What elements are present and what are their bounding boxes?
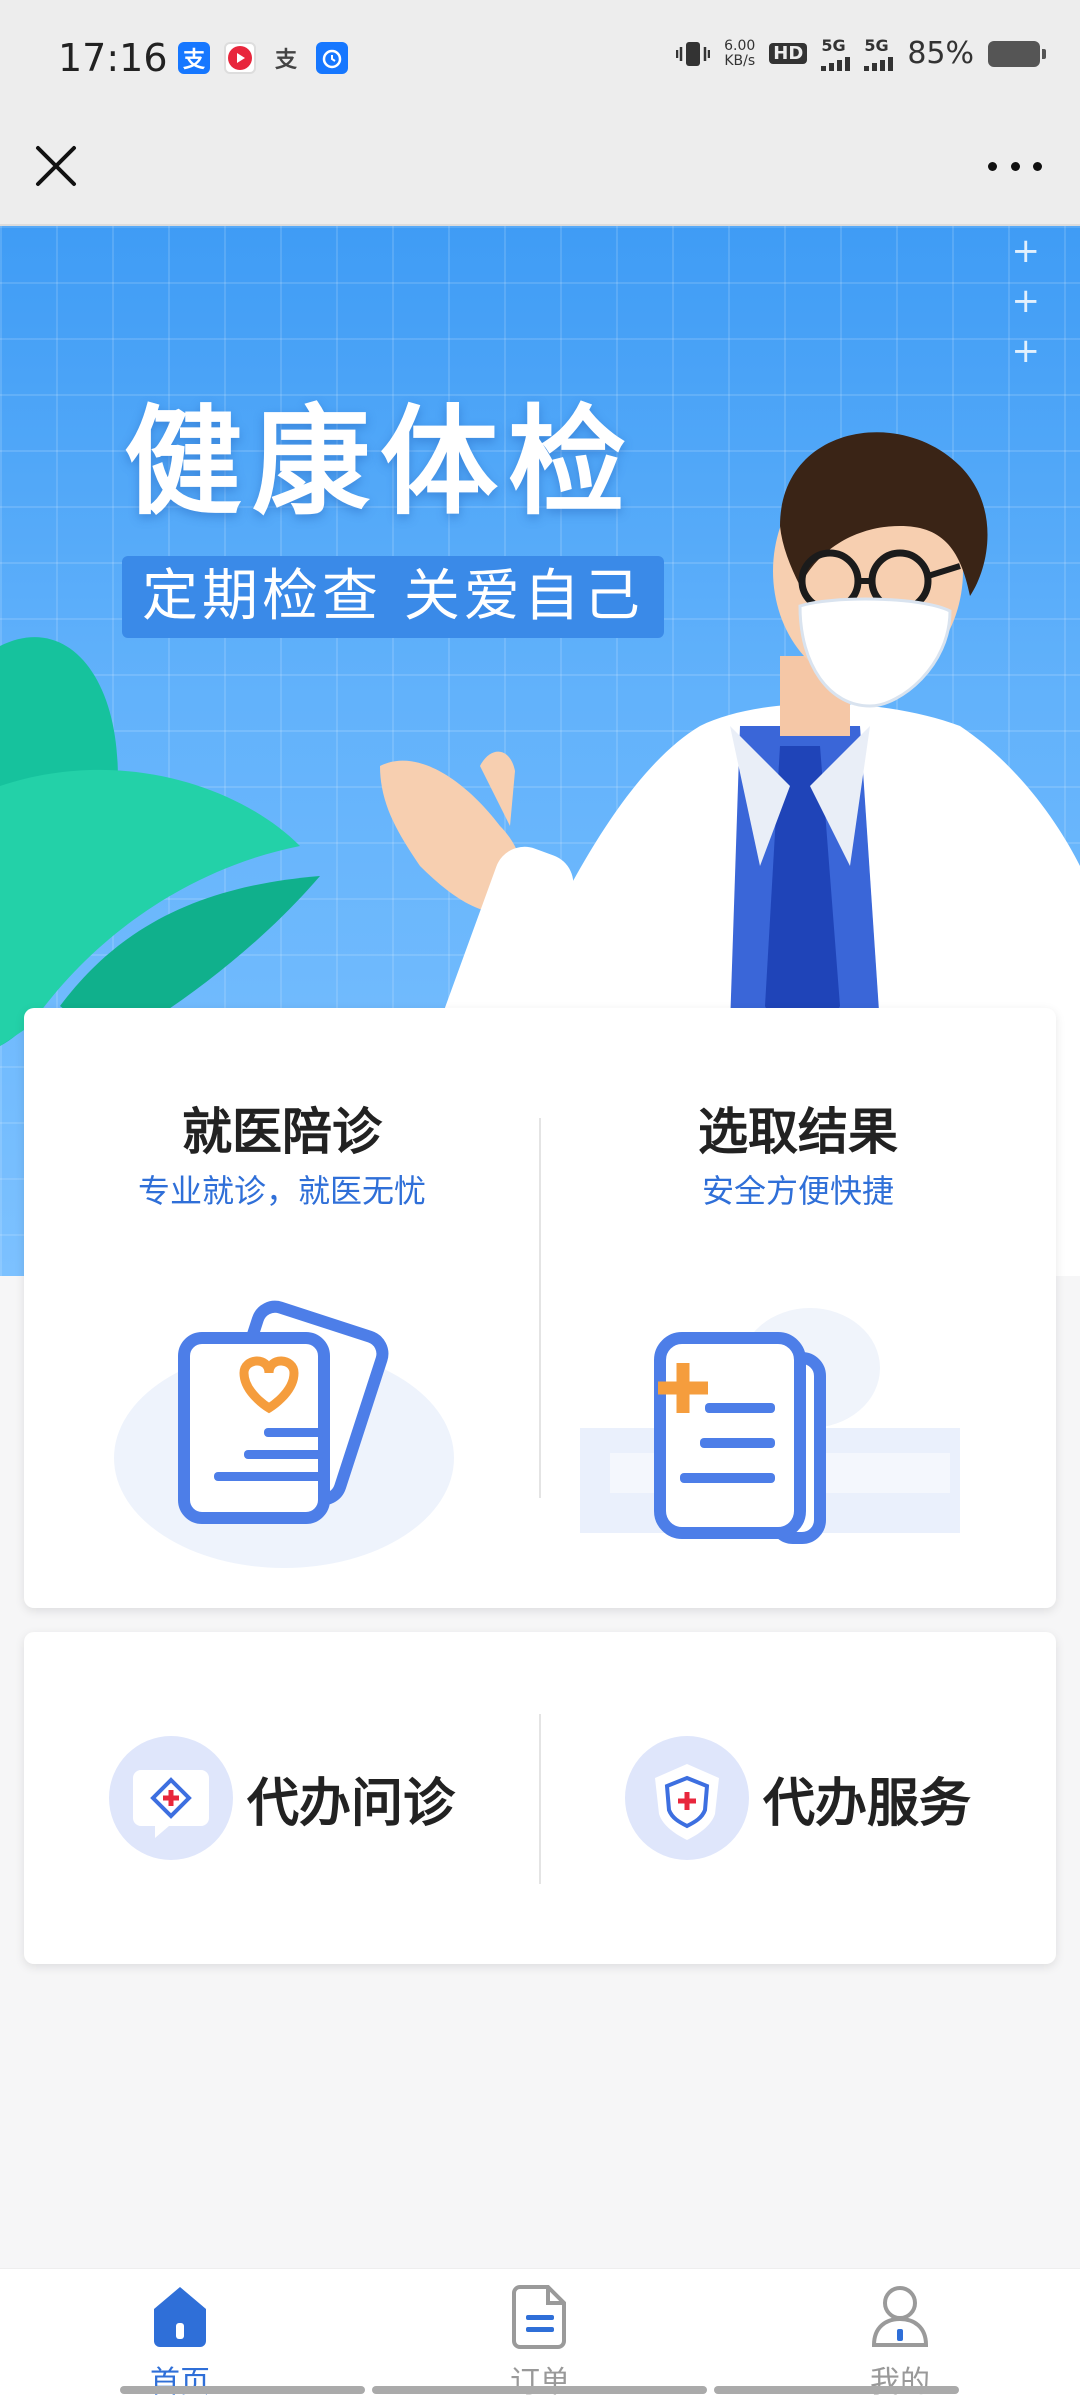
signal-bars-1	[821, 55, 851, 71]
alipay-gray-icon: 支	[274, 48, 297, 73]
medical-report-icon	[580, 1308, 960, 1544]
banner-subtitle: 定期检查 关爱自己	[122, 556, 664, 638]
service-title: 就医陪诊	[182, 1103, 382, 1161]
nav-profile[interactable]: 我的	[720, 2269, 1080, 2400]
shield-medical-icon	[624, 1736, 749, 1860]
nav-indicator	[372, 2386, 707, 2394]
user-icon	[871, 2286, 929, 2347]
battery-percent: 85%	[907, 36, 974, 71]
network-speed: 6.00 KB/s	[724, 37, 756, 69]
banner-title: 健康体检	[124, 393, 637, 531]
status-time: 17:16	[58, 36, 168, 80]
nav-orders[interactable]: 订单	[360, 2269, 720, 2400]
title-bar	[0, 120, 1080, 226]
nav-home[interactable]: 首页	[0, 2269, 360, 2400]
battery-icon	[988, 40, 1046, 67]
main-services-card: 就医陪诊 专业就诊，就医无忧 选取结果 安全方便快捷	[24, 1008, 1056, 1608]
service-accompany[interactable]: 就医陪诊 专业就诊，就医无忧	[24, 1008, 540, 1608]
service-title: 选取结果	[698, 1103, 898, 1161]
medical-document-heart-icon	[114, 1300, 454, 1568]
video-icon	[224, 42, 256, 74]
nav-indicator	[714, 2386, 959, 2394]
home-icon	[154, 2287, 206, 2347]
quick-services-card: 代办问诊 代办服务	[24, 1632, 1056, 1964]
quick-service-label: 代办问诊	[246, 1773, 455, 1834]
more-button[interactable]	[980, 146, 1050, 186]
service-proxy-consultation[interactable]: 代办问诊	[24, 1632, 540, 1964]
speed-value: 6.00	[724, 37, 756, 54]
speed-unit: KB/s	[724, 52, 756, 69]
status-bar: 17:16 支 支 6.00 KB/s HD 5G 5G 85%	[0, 0, 1080, 120]
bottom-navigation: 首页 订单 我的	[0, 2268, 1080, 2400]
alipay-icon: 支	[178, 42, 210, 74]
alarm-icon	[316, 42, 348, 74]
system-status: 6.00 KB/s HD 5G 5G 85%	[676, 36, 1046, 71]
signal-1: 5G	[821, 36, 851, 71]
quick-service-label: 代办服务	[762, 1773, 971, 1834]
service-pick-results[interactable]: 选取结果 安全方便快捷	[540, 1008, 1056, 1608]
service-subtitle: 安全方便快捷	[701, 1172, 894, 1210]
vibrate-icon	[676, 41, 711, 66]
hd-badge: HD	[769, 43, 808, 64]
notification-icons: 支 支	[178, 42, 348, 74]
order-document-icon	[512, 2285, 566, 2349]
service-proxy-errands[interactable]: 代办服务	[540, 1632, 1056, 1964]
signal-bars-2	[864, 55, 894, 71]
network-type-2: 5G	[864, 36, 889, 55]
signal-2: 5G	[864, 36, 894, 71]
service-subtitle: 专业就诊，就医无忧	[137, 1172, 426, 1210]
close-button[interactable]	[28, 138, 84, 194]
close-icon	[36, 146, 76, 186]
network-type-1: 5G	[821, 36, 846, 55]
chat-medical-icon	[108, 1736, 233, 1860]
nav-indicator	[120, 2386, 365, 2394]
more-icon	[988, 161, 997, 171]
